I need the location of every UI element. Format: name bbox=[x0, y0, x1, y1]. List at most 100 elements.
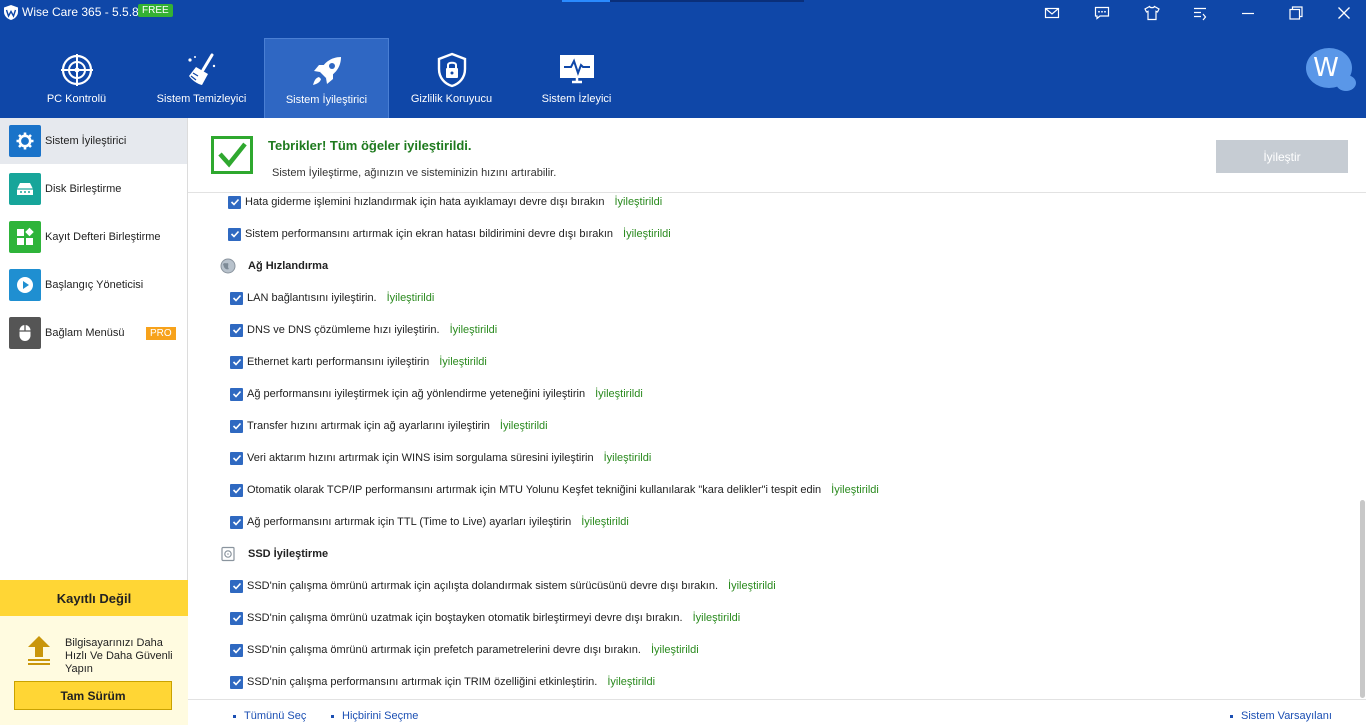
list-item: Veri aktarım hızını artırmak için WINS i… bbox=[230, 450, 651, 466]
select-none-link[interactable]: Hiçbirini Seçme bbox=[331, 710, 418, 722]
item-text: SSD'nin çalışma performansını artırmak i… bbox=[247, 676, 598, 688]
checkmark-icon bbox=[211, 136, 253, 174]
item-checkbox[interactable] bbox=[230, 291, 243, 305]
section-header: Ağ Hızlandırma bbox=[220, 257, 328, 275]
item-checkbox[interactable] bbox=[230, 323, 243, 337]
monitor-icon bbox=[559, 55, 594, 84]
pro-badge: PRO bbox=[146, 326, 176, 340]
list-item: SSD'nin çalışma ömrünü artırmak için pre… bbox=[230, 642, 699, 658]
result-header: Tebrikler! Tüm öğeler iyileştirildi. Sis… bbox=[188, 118, 1366, 193]
sidebar-item-label: Disk Birleştirme bbox=[45, 183, 122, 195]
item-status: İyileştirildi bbox=[386, 292, 435, 304]
mail-icon[interactable] bbox=[1037, 3, 1067, 23]
menu-icon[interactable] bbox=[1185, 3, 1215, 23]
registry-icon bbox=[9, 221, 41, 253]
ssd-icon bbox=[221, 546, 235, 562]
rocket-icon bbox=[312, 57, 341, 85]
broom-icon bbox=[187, 53, 215, 85]
item-status: İyileştirildi bbox=[623, 228, 671, 240]
item-checkbox[interactable] bbox=[230, 387, 243, 401]
item-text: Veri aktarım hızını artırmak için WINS i… bbox=[247, 452, 594, 464]
item-text: DNS ve DNS çözümleme hızı iyileştirin. bbox=[247, 324, 440, 336]
item-checkbox[interactable] bbox=[230, 515, 243, 529]
lock-shield-icon bbox=[437, 52, 466, 88]
item-checkbox[interactable] bbox=[230, 451, 243, 465]
item-status: İyileştirildi bbox=[831, 484, 879, 496]
skin-shirt-icon[interactable] bbox=[1137, 3, 1167, 23]
tab-label: Sistem İyileştirici bbox=[285, 94, 368, 106]
registration-panel: Kayıtlı Değil Bilgisayarınızı Daha Hızlı… bbox=[0, 580, 188, 725]
tab-label: Gizlilik Koruyucu bbox=[410, 93, 493, 105]
system-defaults-link[interactable]: Sistem Varsayılanı bbox=[1230, 710, 1332, 722]
tab-privacy-protector[interactable]: Gizlilik Koruyucu bbox=[389, 38, 514, 118]
free-badge: FREE bbox=[138, 4, 173, 17]
item-status: İyileştirildi bbox=[581, 516, 629, 528]
main-panel: Tebrikler! Tüm öğeler iyileştirildi. Sis… bbox=[188, 118, 1366, 725]
tab-system-optimizer[interactable]: Sistem İyileştirici bbox=[264, 38, 389, 118]
title-bar: Wise Care 365 - 5.5.8 FREE bbox=[0, 0, 1366, 24]
top-accent-bar bbox=[562, 0, 804, 2]
mouse-icon bbox=[9, 317, 41, 349]
item-checkbox[interactable] bbox=[230, 643, 243, 657]
item-checkbox[interactable] bbox=[230, 483, 243, 497]
item-checkbox[interactable] bbox=[230, 579, 243, 593]
select-all-link[interactable]: Tümünü Seç bbox=[233, 710, 306, 722]
app-logo-icon bbox=[4, 5, 18, 20]
full-version-button[interactable]: Tam Sürüm bbox=[14, 681, 172, 710]
item-checkbox[interactable] bbox=[228, 227, 241, 241]
user-avatar[interactable]: W bbox=[1306, 48, 1356, 91]
item-text: Transfer hızını artırmak için ağ ayarlar… bbox=[247, 420, 490, 432]
list-item: SSD'nin çalışma ömrünü uzatmak için boşt… bbox=[230, 610, 740, 626]
sidebar-item-startup-manager[interactable]: Başlangıç Yöneticisi bbox=[0, 262, 187, 308]
feedback-icon[interactable] bbox=[1087, 3, 1117, 23]
list-item: Hata giderme işlemini hızlandırmak için … bbox=[228, 194, 662, 210]
item-status: İyileştirildi bbox=[650, 644, 699, 656]
sidebar-item-disk-defrag[interactable]: Disk Birleştirme bbox=[0, 166, 187, 212]
item-status: İyileştirildi bbox=[439, 356, 487, 368]
item-status: İyileştirildi bbox=[603, 452, 652, 464]
tab-system-cleaner[interactable]: Sistem Temizleyici bbox=[139, 38, 264, 118]
list-item: Transfer hızını artırmak için ağ ayarlar… bbox=[230, 418, 548, 434]
optimize-button[interactable]: İyileştir bbox=[1216, 140, 1348, 173]
item-status: İyileştirildi bbox=[499, 420, 548, 432]
tab-pc-check[interactable]: PC Kontrolü bbox=[14, 38, 139, 118]
item-text: SSD'nin çalışma ömrünü artırmak için pre… bbox=[247, 644, 641, 656]
item-status: İyileştirildi bbox=[614, 196, 663, 208]
item-checkbox[interactable] bbox=[228, 195, 241, 209]
restore-icon[interactable] bbox=[1281, 3, 1311, 23]
list-item: DNS ve DNS çözümleme hızı iyileştirin. İy… bbox=[230, 322, 497, 338]
close-icon[interactable] bbox=[1329, 3, 1359, 23]
item-checkbox[interactable] bbox=[230, 611, 243, 625]
section-title: SSD İyileştirme bbox=[248, 548, 329, 560]
footer-bar: Tümünü Seç Hiçbirini Seçme Sistem Varsay… bbox=[188, 699, 1366, 725]
list-item: Ağ performansını artırmak için TTL (Time… bbox=[230, 514, 629, 530]
sidebar-item-label: Kayıt Defteri Birleştirme bbox=[45, 231, 161, 243]
sidebar-item-registry-defrag[interactable]: Kayıt Defteri Birleştirme bbox=[0, 214, 187, 260]
item-checkbox[interactable] bbox=[230, 355, 243, 369]
pc-check-icon bbox=[60, 54, 93, 86]
item-status: İyileştirildi bbox=[595, 388, 643, 400]
list-item: SSD'nin çalışma performansını artırmak i… bbox=[230, 674, 655, 690]
scrollbar[interactable] bbox=[1358, 193, 1366, 699]
item-checkbox[interactable] bbox=[230, 675, 243, 689]
sidebar-item-label: Başlangıç Yöneticisi bbox=[45, 279, 144, 291]
item-status: İyileştirildi bbox=[728, 580, 776, 592]
sidebar: Sistem İyileştirici Disk Birleştirme Kay… bbox=[0, 118, 188, 725]
scrollbar-thumb[interactable] bbox=[1360, 500, 1365, 698]
sidebar-item-system-optimizer[interactable]: Sistem İyileştirici bbox=[0, 118, 187, 164]
minimize-icon[interactable] bbox=[1233, 3, 1263, 23]
item-text: Hata giderme işlemini hızlandırmak için … bbox=[245, 196, 605, 208]
list-item: SSD'nin çalışma ömrünü artırmak için açı… bbox=[230, 578, 776, 594]
list-item: Sistem performansını artırmak için ekran… bbox=[228, 226, 671, 242]
tab-label: Sistem İzleyici bbox=[541, 93, 612, 105]
section-title: Ağ Hızlandırma bbox=[248, 260, 329, 272]
tab-system-monitor[interactable]: Sistem İzleyici bbox=[514, 38, 639, 118]
item-status: İyileştirildi bbox=[449, 324, 498, 336]
item-text: SSD'nin çalışma ömrünü artırmak için açı… bbox=[247, 580, 719, 592]
list-item: Otomatik olarak TCP/IP performansını art… bbox=[230, 482, 879, 498]
item-checkbox[interactable] bbox=[230, 419, 243, 433]
item-text: Ağ performansını artırmak için TTL (Time… bbox=[247, 516, 572, 528]
sidebar-item-context-menu[interactable]: Bağlam Menüsü PRO bbox=[0, 310, 187, 356]
registration-text: Bilgisayarınızı Daha Hızlı Ve Daha Güven… bbox=[65, 637, 173, 675]
list-item: Ağ performansını iyileştirmek için ağ yö… bbox=[230, 386, 643, 402]
